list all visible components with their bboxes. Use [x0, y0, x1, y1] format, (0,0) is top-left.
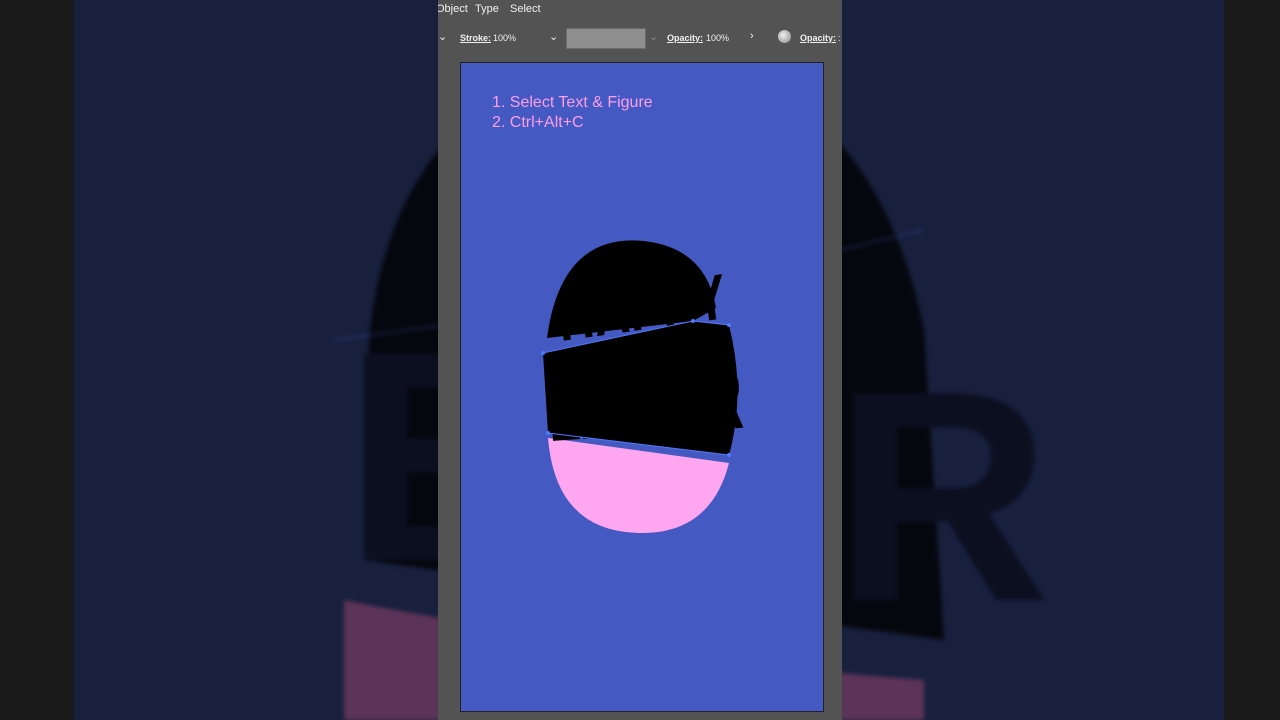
swatch-dropdown-icon[interactable]: ⌄	[649, 30, 658, 43]
recolor-icon[interactable]	[778, 30, 791, 43]
menu-select[interactable]: Select	[510, 3, 541, 15]
stroke-value-input[interactable]: 100%	[493, 33, 516, 43]
options-bar: ⌄ Stroke: 100% ⌄ ⌄ Opacity: 100% › Opaci…	[438, 24, 842, 52]
anchor-point[interactable]	[727, 453, 731, 457]
anchor-point[interactable]	[546, 431, 550, 435]
svg-text:R: R	[834, 328, 1051, 664]
anchor-point[interactable]	[727, 323, 731, 327]
opacity-label-2: Opacity:	[800, 33, 837, 43]
opacity-value-input[interactable]: 100%	[706, 33, 729, 43]
stroke-dropdown-icon[interactable]: ⌄	[549, 30, 558, 43]
menu-object[interactable]: Object	[438, 3, 468, 15]
opacity-label: Opacity:	[667, 33, 704, 43]
easter-egg-graphic[interactable]: HAPPY EASTER	[461, 63, 823, 711]
illustrator-window: Object Type Select ⌄ Stroke: 100% ⌄ ⌄ Op…	[438, 0, 842, 720]
easter-word: EASTER	[544, 348, 745, 460]
chevron-down-icon[interactable]: ⌄	[438, 30, 447, 43]
artboard[interactable]: 1. Select Text & Figure 2. Ctrl+Alt+C HA…	[460, 62, 824, 712]
opacity-value-2[interactable]: :	[838, 33, 841, 43]
anchor-point[interactable]	[541, 351, 545, 355]
menu-type[interactable]: Type	[475, 3, 499, 15]
menu-bar: Object Type Select	[438, 0, 842, 20]
chevron-right-icon[interactable]: ›	[750, 30, 754, 42]
fill-swatch[interactable]	[566, 28, 646, 49]
anchor-point[interactable]	[691, 319, 695, 323]
stroke-label: Stroke:	[460, 33, 492, 43]
